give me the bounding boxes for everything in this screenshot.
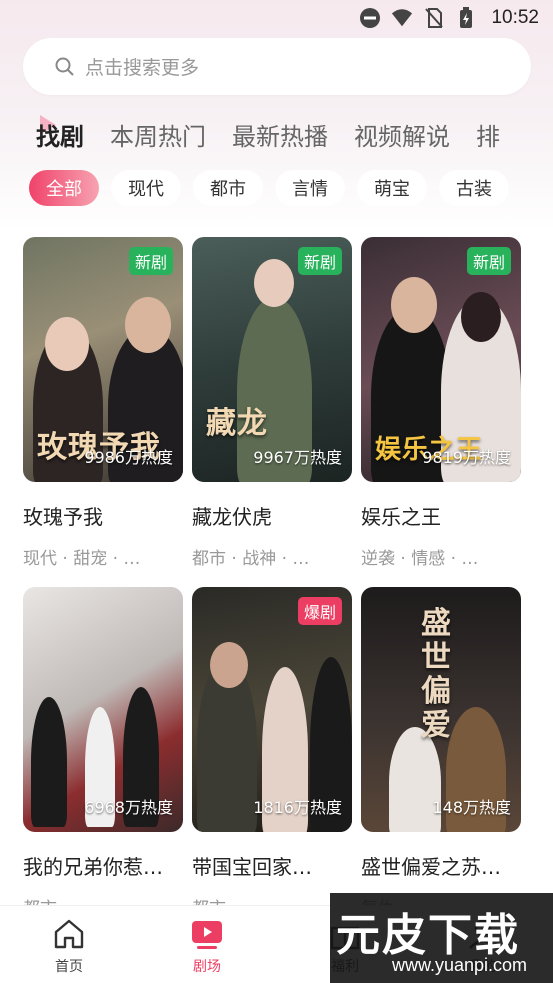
poster-image[interactable]: 新剧 藏龙 9967万热度: [192, 237, 352, 482]
wifi-icon: [391, 7, 413, 29]
nav-theater-label: 剧场: [193, 959, 221, 975]
poster-image[interactable]: 新剧 玫瑰予我 9986万热度: [23, 237, 183, 482]
heat-count: 1816万热度: [253, 798, 342, 817]
poster-title-art: 藏龙: [206, 406, 268, 441]
drama-title: 盛世偏爱之苏…: [361, 855, 501, 879]
search-placeholder: 点击搜索更多: [85, 57, 200, 79]
heat-count: 9819万热度: [422, 448, 511, 467]
poster-image[interactable]: 爆剧 1816万热度: [192, 587, 352, 832]
heat-count: 9967万热度: [253, 448, 342, 467]
poster-title-art: 盛世偏爱: [421, 606, 452, 743]
poster-image[interactable]: 新剧 娱乐之王 9819万热度: [361, 237, 521, 482]
poster-image[interactable]: 盛世偏爱 148万热度: [361, 587, 521, 832]
chip-all[interactable]: 全部: [29, 170, 99, 206]
heat-count: 6968万热度: [84, 798, 173, 817]
chip-urban[interactable]: 都市: [193, 170, 263, 206]
no-sim-icon: [423, 7, 445, 29]
watermark-logo: 元皮下载: [336, 910, 520, 961]
search-icon: [55, 57, 75, 77]
chip-costume[interactable]: 古装: [439, 170, 509, 206]
heat-count: 148万热度: [432, 798, 511, 817]
drama-tags: 都市 · 战神 · …: [192, 549, 310, 569]
nav-home-label: 首页: [55, 959, 83, 975]
battery-charging-icon: [455, 7, 477, 29]
drama-title: 带国宝回家…: [192, 855, 312, 879]
drama-title: 我的兄弟你惹…: [23, 855, 163, 879]
poster-image[interactable]: 6968万热度: [23, 587, 183, 832]
chip-cute-baby[interactable]: 萌宝: [357, 170, 427, 206]
drama-card[interactable]: 盛世偏爱 148万热度 盛世偏爱之苏… 复仇: [361, 587, 521, 919]
watermark-url: www.yuanpi.com: [392, 955, 528, 975]
new-badge: 新剧: [128, 247, 173, 275]
hot-badge: 爆剧: [297, 597, 342, 625]
search-bar[interactable]: 点击搜索更多: [23, 38, 531, 95]
clock: 10:52: [491, 7, 539, 28]
chip-modern[interactable]: 现代: [111, 170, 181, 206]
tab-ranking[interactable]: 排: [476, 117, 500, 152]
nav-home[interactable]: 首页: [0, 906, 138, 983]
category-tabs: 找剧 本周热门 最新热播 视频解说 排: [0, 110, 553, 158]
nav-theater[interactable]: 剧场: [138, 906, 276, 983]
watermark: 元皮下载 www.yuanpi.com: [330, 893, 553, 983]
theater-play-icon: [189, 916, 225, 952]
tab-find-drama[interactable]: 找剧: [36, 114, 84, 152]
drama-title: 玫瑰予我: [23, 505, 103, 529]
drama-tags: 现代 · 甜宠 · …: [23, 549, 141, 569]
home-icon: [51, 916, 87, 952]
chip-romance[interactable]: 言情: [275, 170, 345, 206]
tab-video-commentary[interactable]: 视频解说: [354, 117, 450, 152]
new-badge: 新剧: [297, 247, 342, 275]
new-badge: 新剧: [466, 247, 511, 275]
heat-count: 9986万热度: [84, 448, 173, 467]
status-bar: 10:52: [0, 0, 553, 36]
drama-card[interactable]: 6968万热度 我的兄弟你惹… 都市: [23, 587, 183, 919]
drama-card[interactable]: 新剧 娱乐之王 9819万热度 娱乐之王 逆袭 · 情感 · …: [361, 237, 521, 569]
tab-latest-hot[interactable]: 最新热播: [232, 117, 328, 152]
drama-title: 藏龙伏虎: [192, 505, 272, 529]
drama-title: 娱乐之王: [361, 505, 441, 529]
drama-card[interactable]: 爆剧 1816万热度 带国宝回家… 都市: [192, 587, 352, 919]
filter-chips: 全部 现代 都市 言情 萌宝 古装: [29, 170, 509, 206]
tab-weekly-hot[interactable]: 本周热门: [110, 117, 206, 152]
minus-circle-icon: [359, 7, 381, 29]
drama-card[interactable]: 新剧 玫瑰予我 9986万热度 玫瑰予我 现代 · 甜宠 · …: [23, 237, 183, 569]
drama-tags: 逆袭 · 情感 · …: [361, 549, 479, 569]
drama-card[interactable]: 新剧 藏龙 9967万热度 藏龙伏虎 都市 · 战神 · …: [192, 237, 352, 569]
